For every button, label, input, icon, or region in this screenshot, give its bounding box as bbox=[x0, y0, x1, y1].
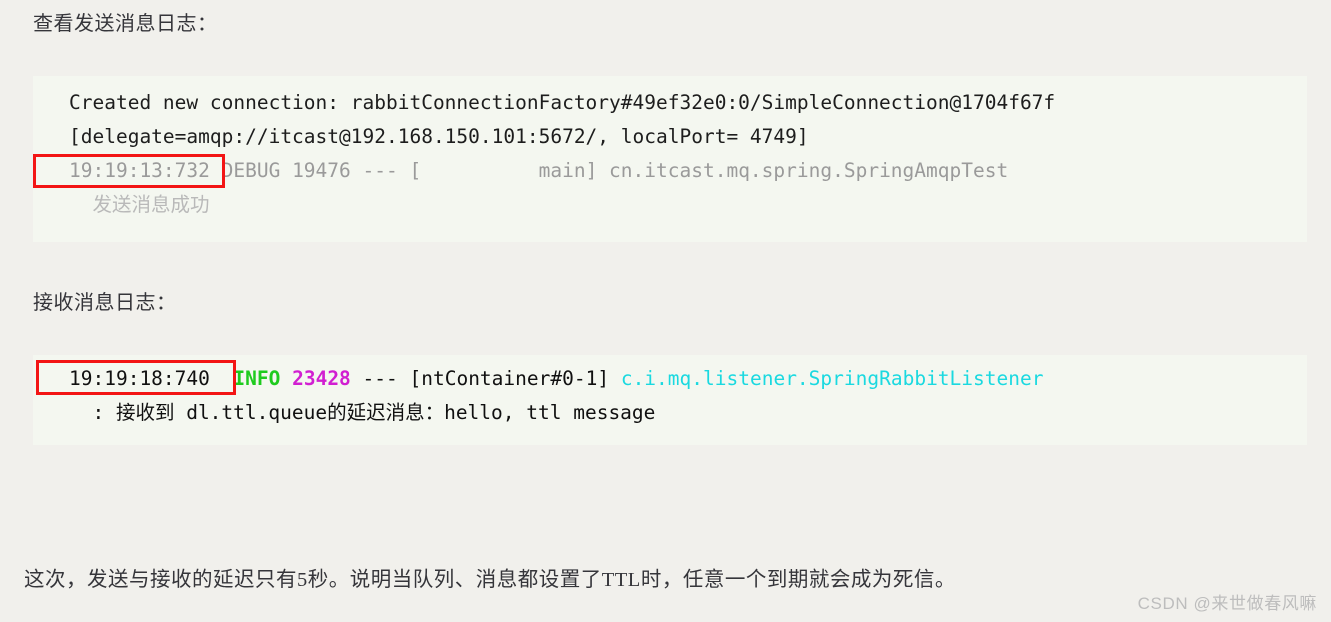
log-token: 19:19:13:732 bbox=[69, 159, 210, 182]
log-token: DEBUG 19476 --- [ main] cn.itcast.mq.spr… bbox=[209, 159, 1009, 182]
log-token: INFO bbox=[233, 367, 281, 390]
csdn-watermark: CSDN @来世做春风嘛 bbox=[1137, 594, 1317, 613]
log-token bbox=[210, 367, 233, 390]
log-token bbox=[280, 367, 292, 390]
log-token: [delegate=amqp://itcast@192.168.150.101:… bbox=[69, 125, 809, 148]
heading-receive-log: 接收消息日志： bbox=[33, 292, 177, 314]
log-token: Created new connection: rabbitConnection… bbox=[69, 91, 1056, 114]
log-line: 19:19:13:732 DEBUG 19476 --- [ main] cn.… bbox=[33, 154, 1307, 188]
log-token: 19:19:18:740 bbox=[69, 367, 210, 390]
log-token: 23428 bbox=[292, 367, 351, 390]
log-token: c.i.mq.listener.SpringRabbitListener bbox=[620, 367, 1044, 390]
log-line: [delegate=amqp://itcast@192.168.150.101:… bbox=[33, 120, 1307, 154]
log-token: 发送消息成功 bbox=[69, 193, 210, 216]
log-line: 发送消息成功 bbox=[33, 188, 1307, 222]
log-line: Created new connection: rabbitConnection… bbox=[33, 86, 1307, 120]
heading-send-log: 查看发送消息日志： bbox=[33, 13, 218, 35]
receive-log-block: 19:19:18:740 INFO 23428 --- [ntContainer… bbox=[33, 355, 1307, 445]
log-line: : 接收到 dl.ttl.queue的延迟消息：hello, ttl messa… bbox=[33, 396, 1307, 430]
send-log-block: Created new connection: rabbitConnection… bbox=[33, 76, 1307, 242]
log-token: : 接收到 dl.ttl.queue的延迟消息：hello, ttl messa… bbox=[69, 401, 656, 424]
log-line: 19:19:18:740 INFO 23428 --- [ntContainer… bbox=[33, 362, 1307, 396]
page-root: 查看发送消息日志： Created new connection: rabbit… bbox=[0, 0, 1331, 622]
conclusion-text: 这次，发送与接收的延迟只有5秒。说明当队列、消息都设置了TTL时，任意一个到期就… bbox=[24, 569, 956, 591]
log-token: --- [ntContainer#0-1] bbox=[350, 367, 621, 390]
